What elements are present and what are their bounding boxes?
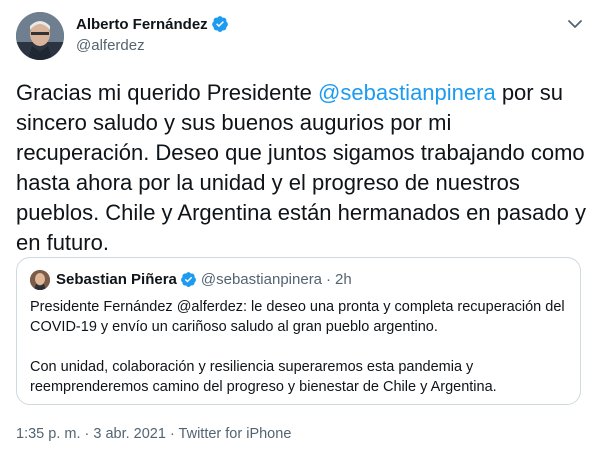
quoted-paragraph-1: Presidente Fernández @alferdez: le deseo… (30, 299, 565, 335)
tweet-timestamp[interactable]: 1:35 p. m. · 3 abr. 2021 · Twitter for i… (16, 426, 291, 442)
author-name[interactable]: Alberto Fernández (76, 16, 208, 33)
quoted-separator: · (326, 271, 332, 288)
quoted-author-avatar[interactable] (30, 270, 50, 290)
tweet: Alberto Fernández @alferdez Gracias mi q… (0, 0, 601, 449)
verified-badge-icon (211, 16, 228, 32)
author-handle[interactable]: @alferdez (76, 37, 145, 54)
quoted-paragraph-2: Con unidad, colaboración y resiliencia s… (30, 359, 497, 395)
quoted-tweet[interactable]: Sebastian Piñera @sebastianpinera · 2h P… (16, 257, 581, 405)
more-options-icon[interactable] (565, 14, 585, 34)
verified-badge-icon (180, 272, 196, 287)
author-name-row: Alberto Fernández (76, 15, 229, 33)
quoted-author-handle[interactable]: @sebastianpinera (201, 271, 322, 288)
quoted-author-name[interactable]: Sebastian Piñera (56, 271, 177, 288)
quoted-text: Presidente Fernández @alferdez: le deseo… (30, 297, 565, 397)
quoted-header: Sebastian Piñera @sebastianpinera · 2h (56, 271, 352, 288)
tweet-text-start: Gracias mi querido Presidente (16, 80, 319, 105)
author-avatar[interactable] (16, 12, 64, 60)
tweet-text: Gracias mi querido Presidente @sebastian… (16, 78, 586, 258)
mention-link[interactable]: @sebastianpinera (318, 80, 496, 105)
tweet-text-end: por su sincero saludo y sus buenos augur… (16, 80, 586, 255)
quoted-timestamp[interactable]: 2h (335, 271, 352, 288)
